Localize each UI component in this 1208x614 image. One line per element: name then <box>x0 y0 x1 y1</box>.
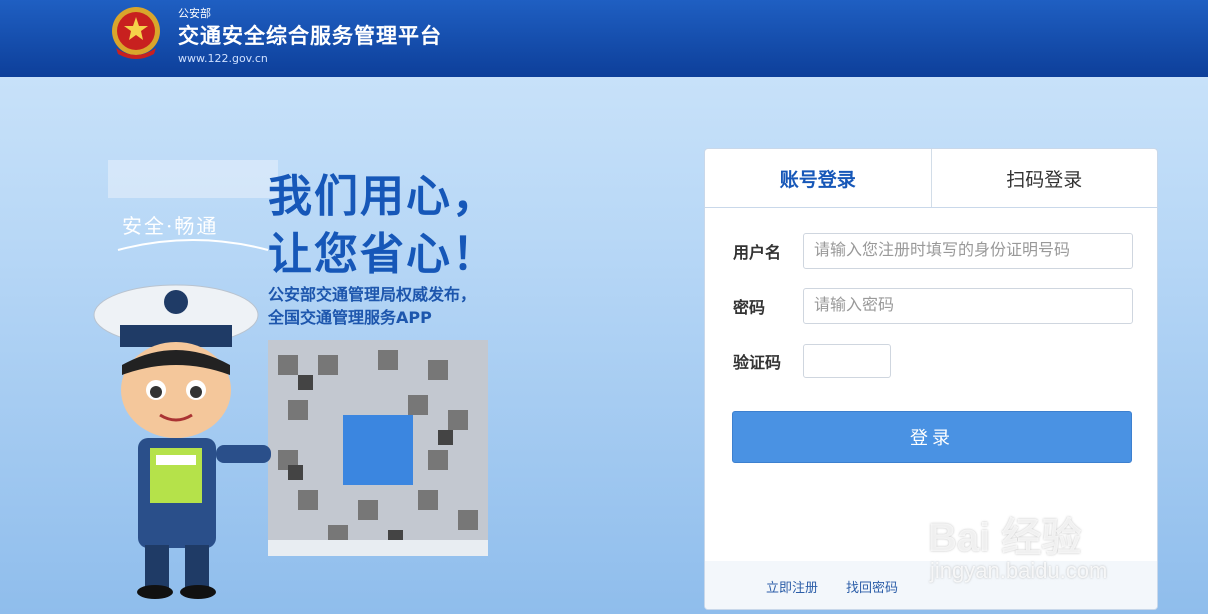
captcha-label: 验证码 <box>733 353 782 372</box>
username-label: 用户名 <box>733 243 782 262</box>
promo-subtitle-1: 公安部交通管理局权威发布， <box>268 285 477 304</box>
password-row: 密码 <box>733 288 1133 324</box>
police-mascot-icon <box>93 284 271 599</box>
watermark-domain: jingyan.baidu.com <box>930 558 1108 583</box>
promo-subtitle-2: 全国交通管理服务APP <box>268 308 432 327</box>
top-header: 公安部 交通安全综合服务管理平台 www.122.gov.cn <box>0 0 1208 77</box>
tab-account-login[interactable]: 账号登录 <box>705 149 932 207</box>
register-link[interactable]: 立即注册 <box>766 577 818 596</box>
username-input[interactable] <box>803 233 1133 269</box>
site-url: www.122.gov.cn <box>178 52 268 65</box>
recover-password-link[interactable]: 找回密码 <box>846 577 898 596</box>
badge-swoosh-icon <box>108 160 278 251</box>
slogan-badge: 安全·畅通 <box>108 160 278 255</box>
org-name: 公安部 <box>178 7 211 20</box>
captcha-input[interactable] <box>803 344 891 378</box>
site-title: 交通安全综合服务管理平台 <box>178 24 442 48</box>
password-input[interactable] <box>803 288 1133 324</box>
headline-line-1: 我们用心， <box>268 171 498 222</box>
username-row: 用户名 <box>733 233 1133 269</box>
login-button[interactable]: 登录 <box>732 411 1132 463</box>
watermark-brand: Bai 经验 <box>928 516 1082 560</box>
captcha-row: 验证码 <box>733 344 891 378</box>
police-emblem-icon <box>112 7 160 59</box>
password-label: 密码 <box>733 298 766 317</box>
login-tabs: 账号登录 扫码登录 <box>705 149 1157 208</box>
badge-text: 安全·畅通 <box>122 214 219 238</box>
qr-code-icon <box>268 340 488 556</box>
tab-qr-login[interactable]: 扫码登录 <box>932 149 1158 207</box>
headline-line-2: 让您省心！ <box>268 229 498 280</box>
